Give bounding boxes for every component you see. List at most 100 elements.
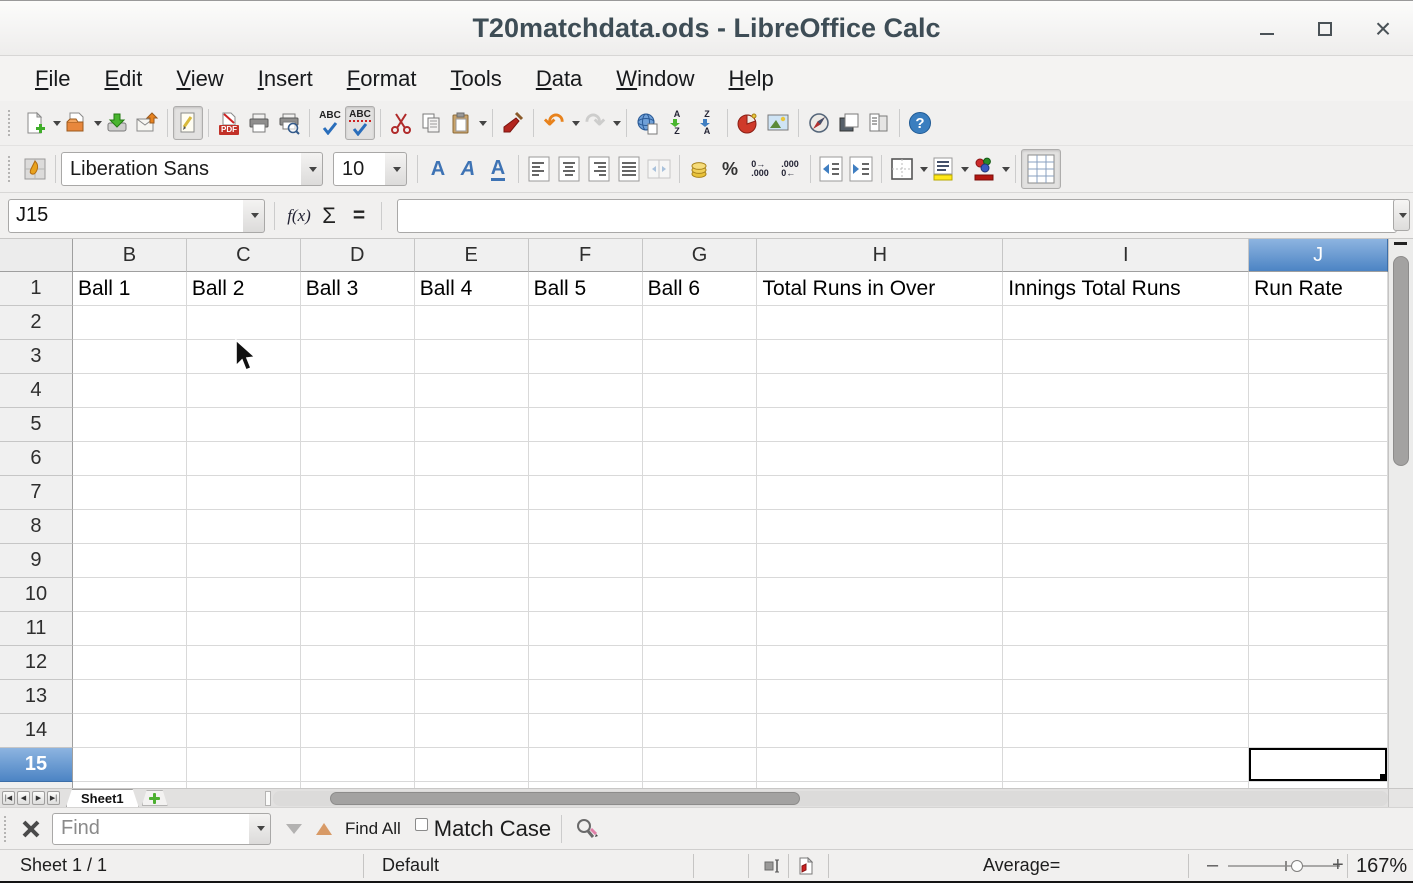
cell-B6[interactable] (73, 442, 187, 476)
cell-F2[interactable] (529, 306, 643, 340)
clone-formatting-button[interactable] (498, 106, 528, 140)
column-header-H[interactable]: H (757, 239, 1003, 272)
cell-J5[interactable] (1249, 408, 1388, 442)
cell-G9[interactable] (643, 544, 758, 578)
cell-I4[interactable] (1003, 374, 1249, 408)
vertical-scrollbar[interactable] (1388, 239, 1413, 788)
name-box-dropdown[interactable] (243, 199, 265, 233)
row-header-4[interactable]: 4 (0, 374, 73, 408)
fill-handle[interactable] (1380, 774, 1388, 782)
cell-I8[interactable] (1003, 510, 1249, 544)
cell-D7[interactable] (301, 476, 415, 510)
cell-C14[interactable] (187, 714, 301, 748)
justified-button[interactable] (614, 152, 644, 186)
cell-J6[interactable] (1249, 442, 1388, 476)
cell-G10[interactable] (643, 578, 758, 612)
name-box[interactable]: J15 (8, 199, 246, 233)
cell-C5[interactable] (187, 408, 301, 442)
cell-G6[interactable] (643, 442, 758, 476)
cell-G14[interactable] (643, 714, 758, 748)
cell-J7[interactable] (1249, 476, 1388, 510)
cell-J14[interactable] (1249, 714, 1388, 748)
print-preview-button[interactable] (274, 106, 304, 140)
navigator-button[interactable] (864, 106, 894, 140)
cell-E12[interactable] (415, 646, 529, 680)
show-draw-functions-button[interactable] (804, 106, 834, 140)
open-button[interactable] (61, 106, 91, 140)
cell-H3[interactable] (757, 340, 1003, 374)
vertical-scrollbar-thumb[interactable] (1393, 256, 1409, 466)
menu-file[interactable]: File (18, 62, 87, 96)
grid-corner[interactable] (0, 239, 73, 272)
cell-C7[interactable] (187, 476, 301, 510)
cell-B15[interactable] (73, 748, 187, 782)
cell-H6[interactable] (757, 442, 1003, 476)
hyperlink-button[interactable] (632, 106, 662, 140)
cell-J15[interactable] (1249, 748, 1388, 782)
cell-B10[interactable] (73, 578, 187, 612)
row-header-11[interactable]: 11 (0, 612, 73, 646)
percent-format-button[interactable]: % (715, 152, 745, 186)
cell-E10[interactable] (415, 578, 529, 612)
cell-F7[interactable] (529, 476, 643, 510)
row-header-3[interactable]: 3 (0, 340, 73, 374)
paste-dropdown[interactable] (476, 106, 487, 140)
match-case-label[interactable]: Match Case (434, 816, 551, 842)
zoom-slider-track[interactable] (1228, 865, 1340, 867)
cell-J4[interactable] (1249, 374, 1388, 408)
help-button[interactable]: ? (905, 106, 935, 140)
cell-B1[interactable]: Ball 1 (73, 272, 187, 306)
cell-G7[interactable] (643, 476, 758, 510)
merge-cells-button[interactable] (644, 152, 674, 186)
cell-C12[interactable] (187, 646, 301, 680)
align-left-button[interactable] (524, 152, 554, 186)
zoom-slider-thumb[interactable] (1291, 860, 1303, 872)
cell-G11[interactable] (643, 612, 758, 646)
column-header-I[interactable]: I (1003, 239, 1249, 272)
gallery-button[interactable] (834, 106, 864, 140)
row-header-12[interactable]: 12 (0, 646, 73, 680)
redo-button[interactable]: ↷ (580, 106, 610, 140)
minimize-button[interactable] (1251, 13, 1283, 45)
cell-B4[interactable] (73, 374, 187, 408)
column-header-C[interactable]: C (187, 239, 301, 272)
sheet-info[interactable]: Sheet 1 / 1 (20, 855, 107, 876)
undo-dropdown[interactable] (569, 106, 580, 140)
cell-I1[interactable]: Innings Total Runs (1003, 272, 1249, 306)
cell-D6[interactable] (301, 442, 415, 476)
sort-ascending-button[interactable]: A Z (662, 106, 692, 140)
row-header-5[interactable]: 5 (0, 408, 73, 442)
cell-E6[interactable] (415, 442, 529, 476)
cell-B3[interactable] (73, 340, 187, 374)
edit-mode-button[interactable] (173, 106, 203, 140)
cell-G5[interactable] (643, 408, 758, 442)
cell-C9[interactable] (187, 544, 301, 578)
copy-button[interactable] (416, 106, 446, 140)
cell-F4[interactable] (529, 374, 643, 408)
row-header-7[interactable]: 7 (0, 476, 73, 510)
cell-G8[interactable] (643, 510, 758, 544)
maximize-button[interactable] (1309, 13, 1341, 45)
background-color-button[interactable] (928, 152, 958, 186)
column-header-G[interactable]: G (643, 239, 758, 272)
borders-button[interactable] (887, 152, 917, 186)
delete-decimal-button[interactable]: .000 0← (775, 152, 805, 186)
formula-input[interactable] (397, 199, 1397, 233)
cell-C15[interactable] (187, 748, 301, 782)
cell-D2[interactable] (301, 306, 415, 340)
zoom-in-control[interactable]: + (1332, 854, 1344, 877)
row-header-9[interactable]: 9 (0, 544, 73, 578)
font-size-dropdown[interactable] (385, 152, 407, 186)
cell-F8[interactable] (529, 510, 643, 544)
cell-J12[interactable] (1249, 646, 1388, 680)
cell-B13[interactable] (73, 680, 187, 714)
cell-B7[interactable] (73, 476, 187, 510)
new-document-button[interactable] (20, 106, 50, 140)
zoom-out-control[interactable]: – (1207, 854, 1218, 877)
styles-button[interactable] (20, 152, 50, 186)
cell-H4[interactable] (757, 374, 1003, 408)
cell-G2[interactable] (643, 306, 758, 340)
horizontal-scrollbar-thumb[interactable] (330, 792, 800, 805)
cell-I14[interactable] (1003, 714, 1249, 748)
cell-G13[interactable] (643, 680, 758, 714)
